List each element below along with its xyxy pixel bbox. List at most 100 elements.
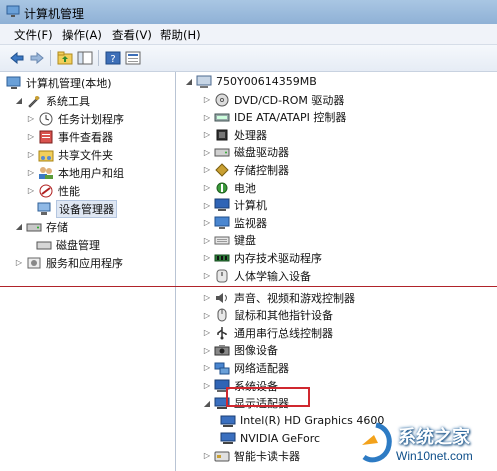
performance-icon bbox=[38, 184, 54, 198]
expand-arrow-icon[interactable]: ▷ bbox=[202, 113, 212, 122]
menu-action[interactable]: 操作(A) bbox=[62, 27, 102, 43]
device-root-node[interactable]: ◢ 750Y00614359MB bbox=[184, 73, 317, 90]
expand-arrow-icon[interactable]: ▷ bbox=[202, 253, 212, 262]
tree-item-task-scheduler[interactable]: ▷ 任务计划程序 bbox=[26, 110, 124, 127]
tree-item-label: 本地用户和组 bbox=[58, 166, 124, 180]
annotation-divider-line bbox=[0, 286, 497, 287]
expand-arrow-icon[interactable]: ▷ bbox=[202, 148, 212, 157]
device-category[interactable]: ▷ 键盘 bbox=[202, 232, 256, 249]
camera-icon bbox=[214, 343, 230, 357]
device-label: 电池 bbox=[234, 181, 256, 195]
computer-icon bbox=[196, 75, 212, 89]
device-category[interactable]: ▷ 智能卡读卡器 bbox=[202, 447, 300, 464]
expand-arrow-icon[interactable]: ▷ bbox=[202, 451, 212, 460]
expand-arrow-icon[interactable]: ▷ bbox=[202, 95, 212, 104]
device-category[interactable]: ▷ 磁盘驱动器 bbox=[202, 144, 289, 161]
tree-item-storage[interactable]: ◢ 存储 bbox=[14, 218, 68, 235]
device-category[interactable]: ▷ 鼠标和其他指针设备 bbox=[202, 307, 333, 324]
device-label: 鼠标和其他指针设备 bbox=[234, 309, 333, 323]
back-icon[interactable] bbox=[8, 49, 26, 67]
device-category[interactable]: ▷ 网络适配器 bbox=[202, 359, 289, 376]
tree-item-local-users[interactable]: ▷ 本地用户和组 bbox=[26, 164, 124, 181]
computer-management-icon bbox=[6, 76, 22, 90]
menu-view[interactable]: 查看(V) bbox=[112, 27, 152, 43]
up-folder-icon[interactable] bbox=[56, 49, 74, 67]
expand-arrow-icon[interactable]: ▷ bbox=[14, 258, 24, 267]
mouse-icon bbox=[214, 308, 230, 322]
device-category[interactable]: ▷ 通用串行总线控制器 bbox=[202, 324, 333, 341]
device-category[interactable]: ▷ DVD/CD-ROM 驱动器 bbox=[202, 91, 344, 108]
menu-bar: 文件(F) 操作(A) 查看(V) 帮助(H) bbox=[0, 24, 497, 45]
collapse-arrow-icon[interactable]: ◢ bbox=[14, 96, 24, 105]
expand-arrow-icon[interactable]: ▷ bbox=[202, 201, 212, 210]
expand-arrow-icon[interactable]: ▷ bbox=[202, 381, 212, 390]
device-category[interactable]: ▷ 电池 bbox=[202, 179, 256, 196]
tree-item-system-tools[interactable]: ◢ 系统工具 bbox=[14, 92, 90, 109]
expand-arrow-icon[interactable]: ▷ bbox=[26, 114, 36, 123]
expand-arrow-icon[interactable]: ▷ bbox=[202, 328, 212, 337]
device-label: NVIDIA GeForc bbox=[240, 431, 321, 445]
title-bar: 计算机管理 bbox=[0, 0, 497, 25]
expand-arrow-icon[interactable]: ▷ bbox=[202, 218, 212, 227]
tree-item-disk-management[interactable]: 磁盘管理 bbox=[36, 236, 100, 253]
expand-arrow-icon[interactable]: ▷ bbox=[202, 165, 212, 174]
device-category[interactable]: ▷ 监视器 bbox=[202, 214, 267, 231]
device-label: 键盘 bbox=[234, 234, 256, 248]
expand-arrow-icon[interactable]: ▷ bbox=[26, 132, 36, 141]
expand-arrow-icon[interactable]: ▷ bbox=[202, 293, 212, 302]
expand-arrow-icon[interactable]: ▷ bbox=[202, 311, 212, 320]
device-root-label: 750Y00614359MB bbox=[216, 75, 317, 88]
expand-arrow-icon[interactable]: ▷ bbox=[26, 186, 36, 195]
tree-item-label: 任务计划程序 bbox=[58, 112, 124, 126]
tree-item-device-manager[interactable]: 设备管理器 bbox=[36, 199, 117, 218]
forward-icon[interactable] bbox=[28, 49, 46, 67]
device-label: 处理器 bbox=[234, 128, 267, 142]
tree-item-label: 磁盘管理 bbox=[56, 238, 100, 252]
svg-text:?: ? bbox=[110, 54, 115, 65]
event-viewer-icon bbox=[38, 130, 54, 144]
device-category[interactable]: ▷ 存储控制器 bbox=[202, 161, 289, 178]
expand-arrow-icon[interactable]: ▷ bbox=[202, 236, 212, 245]
menu-help[interactable]: 帮助(H) bbox=[160, 27, 201, 43]
device-category[interactable]: ▷ 计算机 bbox=[202, 197, 267, 214]
device-label: 监视器 bbox=[234, 216, 267, 230]
tree-item-shared-folders[interactable]: ▷ 共享文件夹 bbox=[26, 146, 113, 163]
device-category[interactable]: ▷ IDE ATA/ATAPI 控制器 bbox=[202, 109, 346, 126]
monitor-icon bbox=[214, 216, 230, 230]
expand-arrow-icon[interactable]: ▷ bbox=[202, 271, 212, 280]
tree-item-label: 存储 bbox=[46, 220, 68, 234]
computer-icon bbox=[214, 198, 230, 212]
collapse-arrow-icon[interactable]: ◢ bbox=[202, 399, 212, 408]
expand-arrow-icon[interactable]: ▷ bbox=[202, 346, 212, 355]
device-category[interactable]: ▷ 处理器 bbox=[202, 126, 267, 143]
device-category[interactable]: ▷ 人体学输入设备 bbox=[202, 267, 311, 284]
collapse-arrow-icon[interactable]: ◢ bbox=[184, 77, 194, 86]
expand-arrow-icon[interactable]: ▷ bbox=[26, 168, 36, 177]
collapse-arrow-icon[interactable]: ◢ bbox=[14, 222, 24, 231]
tree-item-event-viewer[interactable]: ▷ 事件查看器 bbox=[26, 128, 113, 145]
hid-icon bbox=[214, 269, 230, 283]
menu-file[interactable]: 文件(F) bbox=[14, 27, 53, 43]
tree-item-performance[interactable]: ▷ 性能 bbox=[26, 182, 80, 199]
properties-icon[interactable] bbox=[124, 49, 142, 67]
disk-icon bbox=[36, 238, 52, 252]
expand-arrow-icon[interactable]: ▷ bbox=[202, 183, 212, 192]
tree-item-services-apps[interactable]: ▷ 服务和应用程序 bbox=[14, 254, 123, 271]
expand-arrow-icon[interactable]: ▷ bbox=[202, 363, 212, 372]
help-icon[interactable]: ? bbox=[104, 49, 122, 67]
show-hide-tree-icon[interactable] bbox=[76, 49, 94, 67]
device-category[interactable]: ▷ 内存技术驱动程序 bbox=[202, 249, 322, 266]
device-item[interactable]: NVIDIA GeForc bbox=[220, 430, 320, 447]
device-label: 内存技术驱动程序 bbox=[234, 251, 322, 265]
expand-arrow-icon[interactable]: ▷ bbox=[26, 150, 36, 159]
device-category[interactable]: ▷ 声音、视频和游戏控制器 bbox=[202, 289, 355, 306]
device-label: 计算机 bbox=[234, 199, 267, 213]
tree-item-label: 设备管理器 bbox=[56, 199, 117, 218]
clock-icon bbox=[38, 112, 54, 126]
device-category[interactable]: ▷ 图像设备 bbox=[202, 342, 278, 359]
tree-item-label: 计算机管理(本地) bbox=[26, 76, 112, 90]
battery-icon bbox=[214, 181, 230, 195]
tree-item-computer-management[interactable]: 计算机管理(本地) bbox=[6, 74, 112, 91]
device-label: 通用串行总线控制器 bbox=[234, 326, 333, 340]
expand-arrow-icon[interactable]: ▷ bbox=[202, 130, 212, 139]
